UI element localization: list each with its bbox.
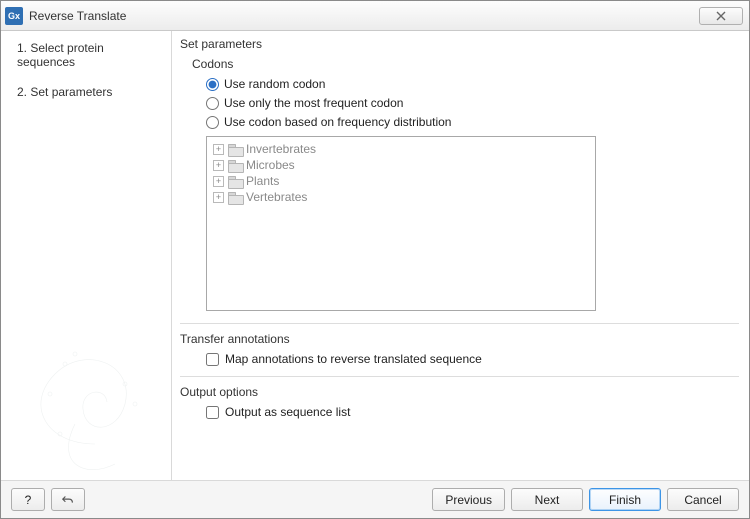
tree-item-label: Plants	[246, 174, 279, 188]
dialog-window: Gx Reverse Translate 1. Select protein s…	[0, 0, 750, 519]
main-panel: Set parameters Codons Use random codon U…	[172, 31, 749, 480]
wizard-step-2[interactable]: 2. Set parameters	[17, 85, 161, 99]
previous-button[interactable]: Previous	[432, 488, 505, 511]
app-icon: Gx	[5, 7, 23, 25]
wizard-step-1[interactable]: 1. Select protein sequences	[17, 41, 161, 69]
radio-random-codon[interactable]: Use random codon	[206, 77, 739, 91]
radio-distribution-codon[interactable]: Use codon based on frequency distributio…	[206, 115, 739, 129]
expand-icon[interactable]: +	[213, 176, 224, 187]
radio-label: Use random codon	[224, 77, 325, 91]
undo-icon	[61, 493, 75, 507]
radio-input[interactable]	[206, 78, 219, 91]
folder-icon	[228, 160, 242, 171]
divider	[180, 376, 739, 377]
step-num: 1.	[17, 41, 27, 55]
reset-button[interactable]	[51, 488, 85, 511]
finish-button[interactable]: Finish	[589, 488, 661, 511]
codon-tree[interactable]: + Invertebrates + Microbes + Plants +	[206, 136, 596, 311]
codons-label: Codons	[192, 57, 739, 71]
next-button[interactable]: Next	[511, 488, 583, 511]
step-label: Select protein sequences	[17, 41, 104, 69]
checkbox-input[interactable]	[206, 406, 219, 419]
radio-input[interactable]	[206, 97, 219, 110]
tree-item-plants[interactable]: + Plants	[213, 173, 589, 189]
expand-icon[interactable]: +	[213, 160, 224, 171]
close-icon	[716, 11, 726, 21]
output-label: Output options	[180, 385, 739, 399]
step-num: 2.	[17, 85, 27, 99]
decorative-swirl	[5, 294, 165, 474]
tree-item-label: Vertebrates	[246, 190, 307, 204]
step-label: Set parameters	[30, 85, 112, 99]
section-title: Set parameters	[180, 37, 739, 51]
checkbox-label: Map annotations to reverse translated se…	[225, 352, 482, 366]
radio-input[interactable]	[206, 116, 219, 129]
radio-frequent-codon[interactable]: Use only the most frequent codon	[206, 96, 739, 110]
titlebar: Gx Reverse Translate	[1, 1, 749, 31]
folder-icon	[228, 176, 242, 187]
expand-icon[interactable]: +	[213, 144, 224, 155]
help-icon: ?	[25, 493, 32, 507]
transfer-label: Transfer annotations	[180, 332, 739, 346]
help-button[interactable]: ?	[11, 488, 45, 511]
tree-item-label: Microbes	[246, 158, 295, 172]
close-button[interactable]	[699, 7, 743, 25]
checkbox-map-annotations[interactable]: Map annotations to reverse translated se…	[206, 352, 739, 366]
tree-item-microbes[interactable]: + Microbes	[213, 157, 589, 173]
tree-item-label: Invertebrates	[246, 142, 316, 156]
folder-icon	[228, 144, 242, 155]
cancel-button[interactable]: Cancel	[667, 488, 739, 511]
divider	[180, 323, 739, 324]
window-title: Reverse Translate	[29, 9, 126, 23]
checkbox-output-as-list[interactable]: Output as sequence list	[206, 405, 739, 419]
footer: ? Previous Next Finish Cancel	[1, 480, 749, 518]
folder-icon	[228, 192, 242, 203]
radio-label: Use only the most frequent codon	[224, 96, 403, 110]
wizard-sidebar: 1. Select protein sequences 2. Set param…	[1, 31, 172, 480]
checkbox-label: Output as sequence list	[225, 405, 350, 419]
radio-label: Use codon based on frequency distributio…	[224, 115, 451, 129]
expand-icon[interactable]: +	[213, 192, 224, 203]
tree-item-invertebrates[interactable]: + Invertebrates	[213, 141, 589, 157]
tree-item-vertebrates[interactable]: + Vertebrates	[213, 189, 589, 205]
checkbox-input[interactable]	[206, 353, 219, 366]
